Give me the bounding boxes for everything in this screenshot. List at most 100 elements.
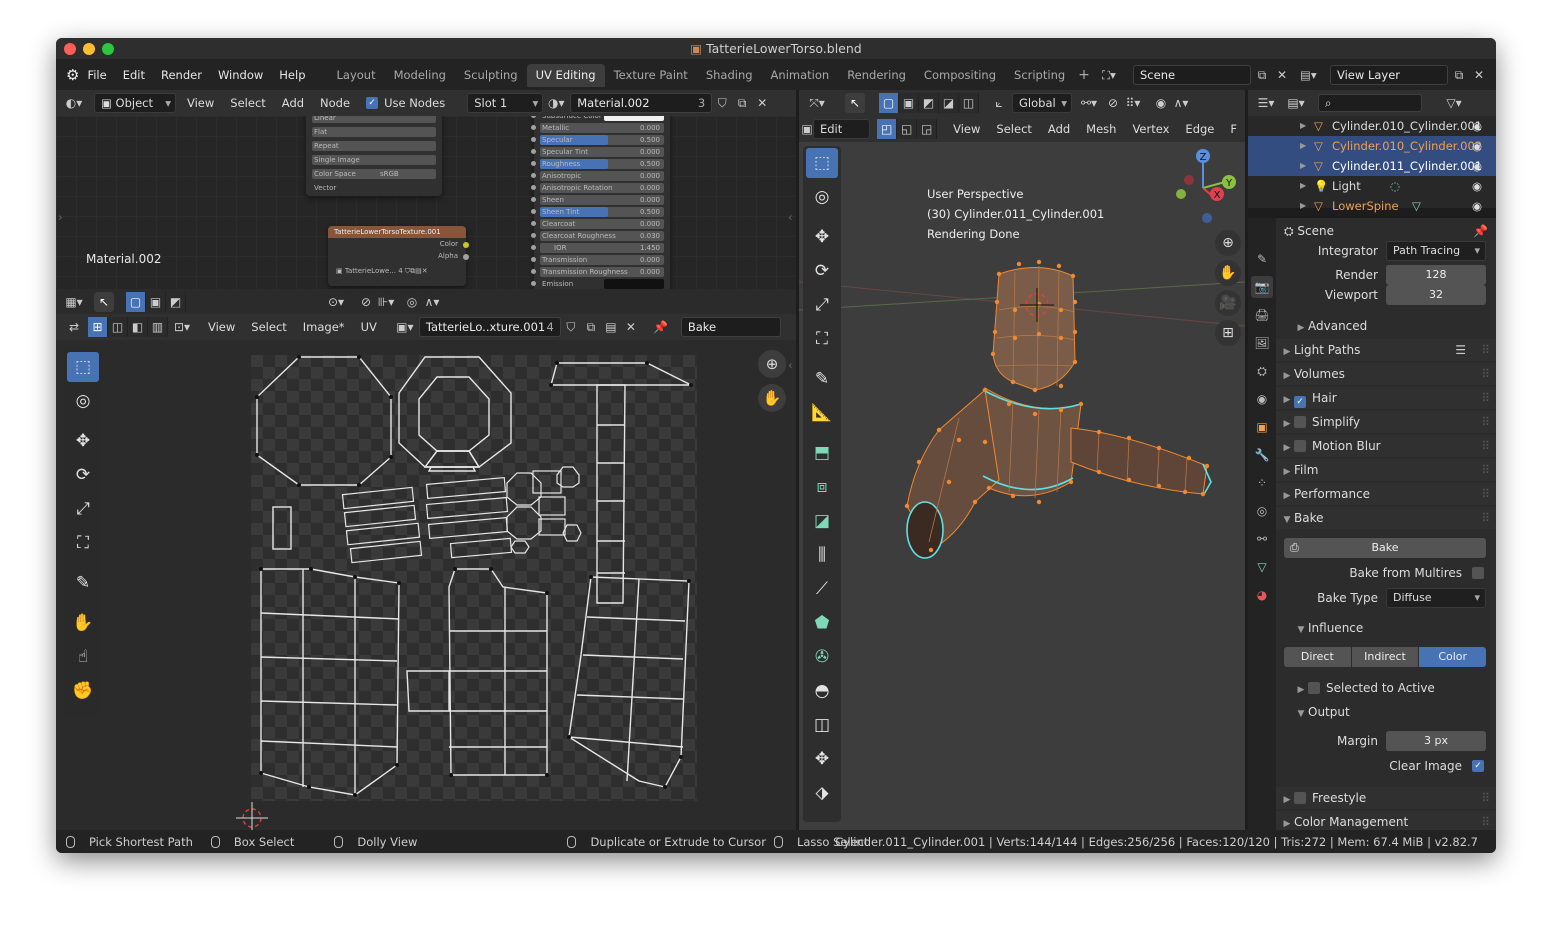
drag-handle-icon[interactable]: ⠿ xyxy=(1481,363,1490,385)
tab-scripting[interactable]: Scripting xyxy=(1005,64,1074,87)
expand-arrow-icon[interactable]: ▶ xyxy=(1300,196,1306,216)
uv-grab-tool-icon[interactable]: ✋ xyxy=(67,608,99,638)
mesh-vertex[interactable] xyxy=(1156,445,1162,451)
view-layer-icon[interactable]: ▤▾ xyxy=(1300,68,1317,82)
mesh-vertex[interactable] xyxy=(1156,483,1162,489)
browse-image-icon[interactable]: ▣▾ xyxy=(395,317,415,337)
freestyle-checkbox[interactable] xyxy=(1294,792,1306,804)
scene-icon[interactable]: ⛶▾ xyxy=(1102,68,1116,83)
vp-zoom-icon[interactable]: ⊕ xyxy=(1215,230,1241,256)
uv-move-tool-icon[interactable]: ✥ xyxy=(67,426,99,456)
material-tab-icon[interactable]: ◕ xyxy=(1251,584,1273,606)
vp-transform-tool-icon[interactable]: ⛶ xyxy=(806,324,838,354)
bsdf-metallic-field[interactable]: Metallic 0.000 xyxy=(531,122,670,134)
uv-transform-tool-icon[interactable]: ⛶ xyxy=(67,528,99,558)
bsdf-input-socket[interactable] xyxy=(531,245,536,250)
mesh-vertex[interactable] xyxy=(1012,307,1018,313)
eye-icon[interactable]: ◉ xyxy=(1472,136,1482,156)
bsdf-input-socket[interactable] xyxy=(531,137,536,142)
eye-icon[interactable]: ◉ xyxy=(1472,156,1482,176)
physics-tab-icon[interactable]: ◎ xyxy=(1251,500,1273,522)
panel-volumes[interactable]: ▶ Volumes ⠿ xyxy=(1276,363,1496,385)
render-tab-icon[interactable]: 📷 xyxy=(1251,276,1273,298)
select-extend-icon[interactable]: ▣ xyxy=(146,291,166,312)
minimize-window-button[interactable] xyxy=(83,43,95,55)
color-toggle[interactable]: Color xyxy=(1419,647,1487,667)
node-menu-select[interactable]: Select xyxy=(222,96,273,110)
falloff-icon[interactable]: ∧▾ xyxy=(422,292,442,312)
navigation-gizmo[interactable]: Z Y X xyxy=(1167,148,1239,224)
mesh-vertex[interactable] xyxy=(1070,273,1076,279)
face-select-icon[interactable]: ◧ xyxy=(128,317,148,337)
pivot-icon[interactable]: ⊙▾ xyxy=(326,292,346,312)
shrink-fatten-tool-icon[interactable]: ✥ xyxy=(806,744,838,774)
slot-dropdown[interactable]: Slot 1 xyxy=(467,93,544,113)
bsdf-emission-field[interactable]: Emission xyxy=(531,278,670,289)
image-node-row[interactable]: Flat xyxy=(306,126,442,138)
mesh-vertex[interactable] xyxy=(1126,477,1132,483)
shear-tool-icon[interactable]: ⬗ xyxy=(806,778,838,808)
margin-field[interactable]: 3 px xyxy=(1386,731,1486,751)
panel-bake[interactable]: ▼ Bake ⠿ xyxy=(1276,507,1496,529)
bevel-tool-icon[interactable]: ◪ xyxy=(806,506,838,536)
edge-slide-tool-icon[interactable]: ◫ xyxy=(806,710,838,740)
loop-cut-tool-icon[interactable]: ⫼ xyxy=(806,540,838,570)
close-window-button[interactable] xyxy=(64,43,76,55)
vp-move-tool-icon[interactable]: ✥ xyxy=(806,222,838,252)
outliner-item[interactable]: ▶ 💡 Light ◉ ◌ xyxy=(1248,176,1496,196)
outliner-display-mode-icon[interactable]: ▤▾ xyxy=(1286,93,1306,113)
outliner-item[interactable]: ▶ ▽ Cylinder.011_Cylinder.001 ◉ xyxy=(1248,156,1496,176)
drag-handle-icon[interactable]: ⠿ xyxy=(1481,387,1490,409)
mesh-vertex[interactable] xyxy=(1072,329,1078,335)
bsdf-specular-field[interactable]: Specular 0.500 xyxy=(531,134,670,146)
color-socket[interactable] xyxy=(463,242,469,248)
edit-mode-dropdown[interactable]: Edit Mode xyxy=(812,119,871,156)
outliner-item[interactable]: ▶ ▽ Cylinder.010_Cylinder.002 ◉ xyxy=(1248,136,1496,156)
bsdf-input-socket[interactable] xyxy=(531,221,536,226)
tab-texture-paint[interactable]: Texture Paint xyxy=(605,64,697,87)
mesh-vertex[interactable] xyxy=(1036,331,1042,337)
unlink-material-icon[interactable]: ✕ xyxy=(752,93,772,113)
advanced-subpanel[interactable]: ▶ Advanced xyxy=(1276,315,1496,337)
image-mapping-node[interactable]: Linear Flat Repeat Single Image Color Space s… xyxy=(306,116,442,196)
node-editor-canvas[interactable]: Linear Flat Repeat Single Image Color Space s… xyxy=(56,116,796,289)
mesh-vertex[interactable] xyxy=(1058,307,1064,313)
pin-icon[interactable]: 📌 xyxy=(651,317,671,337)
bsdf-input-socket[interactable] xyxy=(531,269,536,274)
mesh-vertex[interactable] xyxy=(1012,335,1018,341)
smooth-tool-icon[interactable]: ◓ xyxy=(806,676,838,706)
bsdf-input-socket[interactable] xyxy=(531,173,536,178)
eye-icon[interactable]: ◉ xyxy=(1472,196,1482,216)
bsdf-input-socket[interactable] xyxy=(531,185,536,190)
menu-edit[interactable]: Edit xyxy=(115,68,153,82)
vp-menu-mesh[interactable]: Mesh xyxy=(1078,122,1124,136)
tab-layout[interactable]: Layout xyxy=(328,64,385,87)
uv-menu-image[interactable]: Image* xyxy=(295,320,353,334)
node-menu-view[interactable]: View xyxy=(179,96,222,110)
vp-menu-face[interactable]: F xyxy=(1222,122,1245,136)
mesh-vertex[interactable] xyxy=(1072,359,1078,365)
world-tab-icon[interactable]: ◉ xyxy=(1251,388,1273,410)
tool-tab-icon[interactable]: ✎ xyxy=(1251,248,1273,270)
mesh-vertex[interactable] xyxy=(972,499,978,505)
extrude-tool-icon[interactable]: ⬒ xyxy=(806,438,838,468)
island-select-icon[interactable]: ▥ xyxy=(148,317,168,337)
node-menu-add[interactable]: Add xyxy=(274,96,312,110)
vp-snap-icon[interactable]: ⊘ xyxy=(1103,93,1123,113)
bsdf-input-socket[interactable] xyxy=(531,149,536,154)
uv-image-field[interactable]: TatterieLo..xture.001 4 xyxy=(418,317,561,337)
output-tab-icon[interactable]: 🖨 xyxy=(1251,304,1273,326)
snap-icon[interactable]: ⊘ xyxy=(356,292,376,312)
mesh-vertex[interactable] xyxy=(1096,469,1102,475)
image-node-row[interactable]: Single Image xyxy=(306,154,442,166)
bsdf-input-socket[interactable] xyxy=(531,125,536,130)
texture-image-row[interactable]: ▣ TatterieLowe... 4 ⛉⧉▤✕ xyxy=(328,265,466,277)
uv-rotate-tool-icon[interactable]: ⟳ xyxy=(67,460,99,490)
eye-icon[interactable]: ◉ xyxy=(1472,176,1482,196)
open-image-icon[interactable]: ▤ xyxy=(601,317,621,337)
viewport-tweak-icon[interactable]: ↖ xyxy=(845,93,865,113)
uv-relax-tool-icon[interactable]: ☝ xyxy=(67,642,99,672)
tab-rendering[interactable]: Rendering xyxy=(838,64,915,87)
bsdf-anisotropic-rotation-field[interactable]: Anisotropic Rotation 0.000 xyxy=(531,182,670,194)
viewport-editor-type-icon[interactable]: ⤧▾ xyxy=(807,93,827,113)
